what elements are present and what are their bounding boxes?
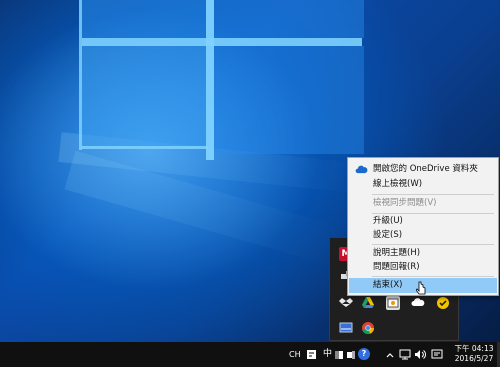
menu-separator xyxy=(372,276,494,277)
wallpaper-pane xyxy=(214,46,364,154)
wallpaper-frame xyxy=(82,38,362,46)
wallpaper-pane xyxy=(214,0,364,38)
dropbox-icon[interactable] xyxy=(339,296,353,310)
menu-item-help-topics[interactable]: 說明主題(H) xyxy=(349,246,497,261)
wallpaper-frame xyxy=(82,146,208,149)
onedrive-tray-icon[interactable] xyxy=(411,296,425,310)
menu-separator xyxy=(372,194,494,195)
chrome-icon[interactable] xyxy=(361,321,375,335)
wallpaper-pane xyxy=(82,46,206,148)
menu-item-view-sync-problems: 檢視同步問題(V) xyxy=(349,196,497,211)
menu-item-label: 問題回報(R) xyxy=(373,262,420,272)
norton-icon[interactable] xyxy=(436,296,450,310)
halfwidth-icon[interactable] xyxy=(334,350,344,360)
menu-item-label: 檢視同步問題(V) xyxy=(373,198,437,208)
onedrive-cloud-icon xyxy=(355,165,368,174)
monitor-tray-icon[interactable] xyxy=(339,321,353,335)
menu-item-label: 說明主題(H) xyxy=(373,248,421,258)
ime-pad-icon[interactable] xyxy=(306,349,317,360)
menu-item-label: 開啟您的 OneDrive 資料夾 xyxy=(373,164,478,174)
ime-language-indicator[interactable]: CH xyxy=(289,342,301,367)
clock-time: 下午 04:13 xyxy=(454,344,494,353)
menu-item-report-problem[interactable]: 問題回報(R) xyxy=(349,260,497,275)
ime-toggle-icon[interactable] xyxy=(346,350,356,360)
wallpaper-frame xyxy=(206,0,214,160)
network-icon[interactable] xyxy=(399,349,411,360)
menu-item-upgrade[interactable]: 升級(U) xyxy=(349,214,497,229)
menu-separator xyxy=(372,244,494,245)
ime-mode-indicator[interactable]: 中 xyxy=(323,342,332,367)
taskbar: CH 中 ? 下午 04:13 2016/5/27 xyxy=(0,342,500,367)
action-center-icon[interactable] xyxy=(431,349,443,360)
menu-item-label: 升級(U) xyxy=(373,216,403,226)
wallpaper-frame xyxy=(79,0,82,150)
volume-icon[interactable] xyxy=(414,349,426,360)
menu-item-settings[interactable]: 設定(S) xyxy=(349,228,497,243)
menu-item-label: 線上檢視(W) xyxy=(373,179,423,189)
menu-item-label: 結束(X) xyxy=(373,280,403,290)
app-tray-icon[interactable] xyxy=(386,296,400,310)
onedrive-context-menu: 開啟您的 OneDrive 資料夾 線上檢視(W) 檢視同步問題(V) 升級(U… xyxy=(347,157,499,296)
clock-date: 2016/5/27 xyxy=(454,354,494,363)
help-icon[interactable]: ? xyxy=(358,348,370,360)
mouse-cursor-icon xyxy=(416,281,426,295)
menu-item-open-onedrive-folder[interactable]: 開啟您的 OneDrive 資料夾 xyxy=(349,162,497,177)
wallpaper-pane xyxy=(82,0,206,38)
menu-item-view-online[interactable]: 線上檢視(W) xyxy=(349,177,497,192)
menu-item-label: 設定(S) xyxy=(373,230,403,240)
taskbar-clock[interactable]: 下午 04:13 2016/5/27 xyxy=(452,344,496,364)
google-drive-icon[interactable] xyxy=(361,296,375,310)
chevron-up-icon[interactable] xyxy=(385,350,395,360)
